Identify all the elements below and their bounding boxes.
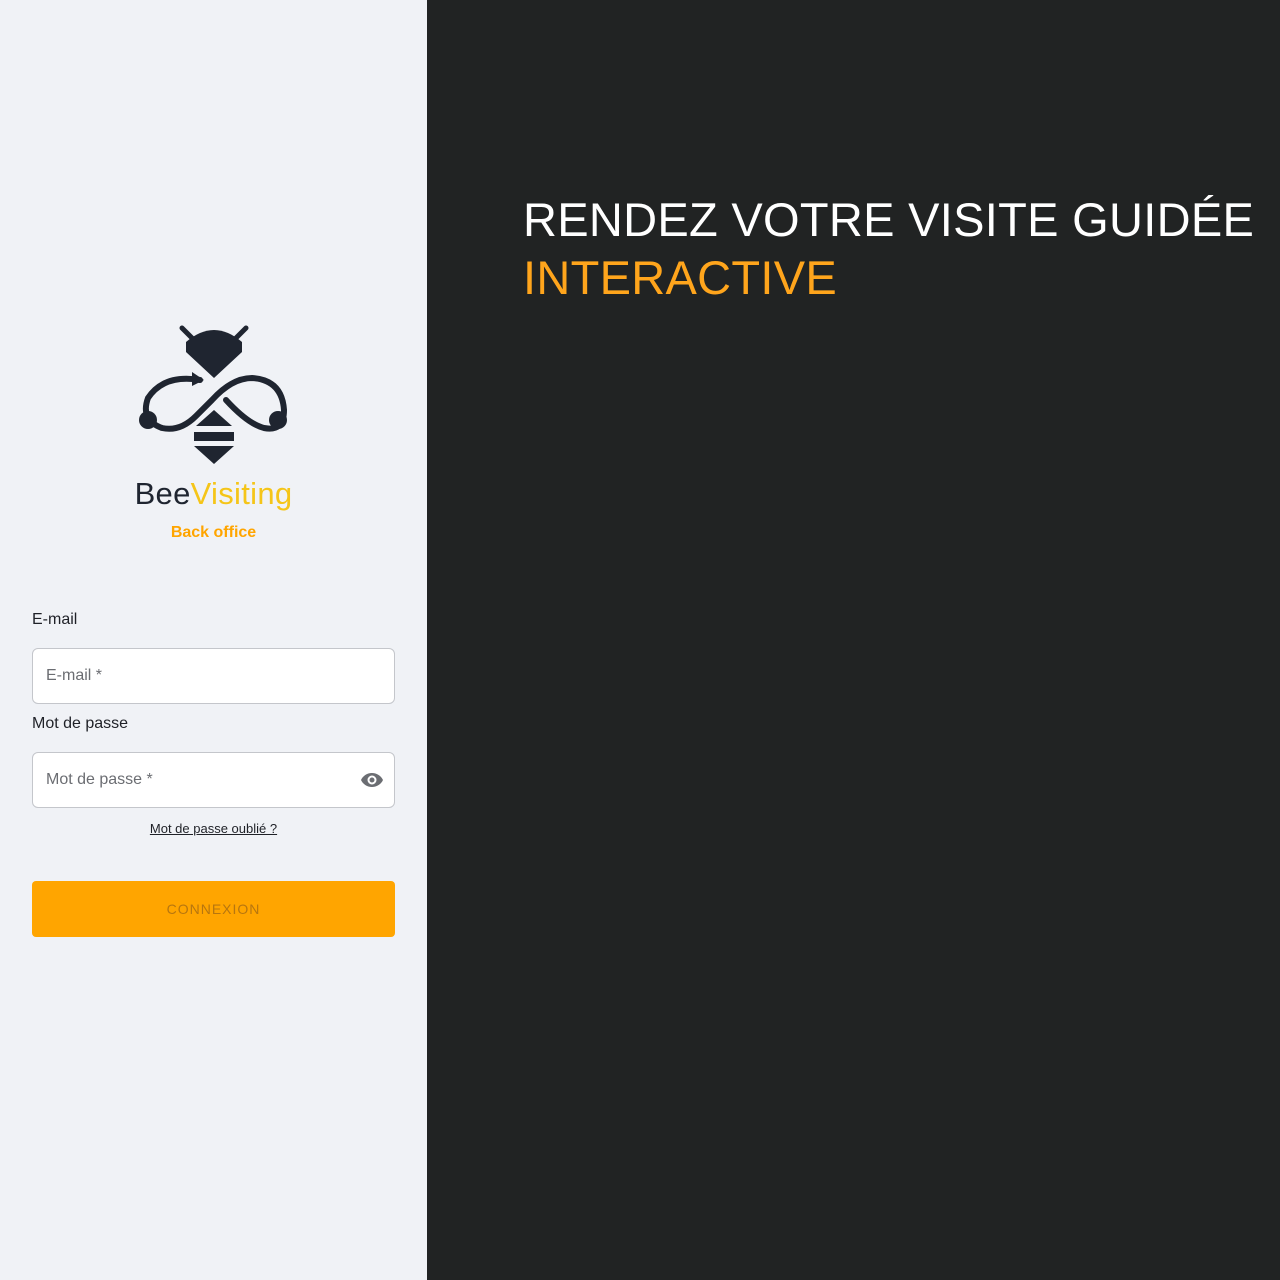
password-field[interactable] bbox=[33, 753, 333, 807]
password-field-box bbox=[32, 752, 395, 808]
hero-panel: RENDEZ VOTRE VISITE GUIDÉE INTERACTIVE bbox=[427, 0, 1280, 1280]
brand-subtitle: Back office bbox=[170, 524, 257, 541]
email-field-box bbox=[32, 648, 395, 704]
brand-block: BeeVisiting Back office bbox=[0, 320, 427, 542]
bee-logo-icon bbox=[138, 325, 287, 464]
email-label: E-mail bbox=[32, 611, 78, 628]
hero-headline-line1: RENDEZ VOTRE VISITE GUIDÉE bbox=[523, 193, 1255, 247]
hero-headline-line2: INTERACTIVE bbox=[523, 251, 838, 305]
hero-headline: RENDEZ VOTRE VISITE GUIDÉE INTERACTIVE bbox=[523, 191, 1254, 307]
eye-icon[interactable] bbox=[360, 768, 384, 792]
login-form: E-mail Mot de passe Mot de passe oublié … bbox=[32, 608, 395, 937]
login-panel: BeeVisiting Back office E-mail Mot de pa… bbox=[0, 0, 427, 1280]
brand-name: BeeVisiting bbox=[0, 476, 427, 512]
email-field[interactable] bbox=[33, 649, 333, 703]
brand-name-bee: Bee bbox=[134, 476, 191, 511]
forgot-password-link[interactable]: Mot de passe oublié ? bbox=[32, 821, 395, 836]
brand-name-visiting: Visiting bbox=[190, 476, 293, 511]
password-label: Mot de passe bbox=[32, 715, 129, 732]
login-page: BeeVisiting Back office E-mail Mot de pa… bbox=[0, 0, 1280, 1280]
login-button[interactable]: CONNEXION bbox=[32, 881, 395, 937]
